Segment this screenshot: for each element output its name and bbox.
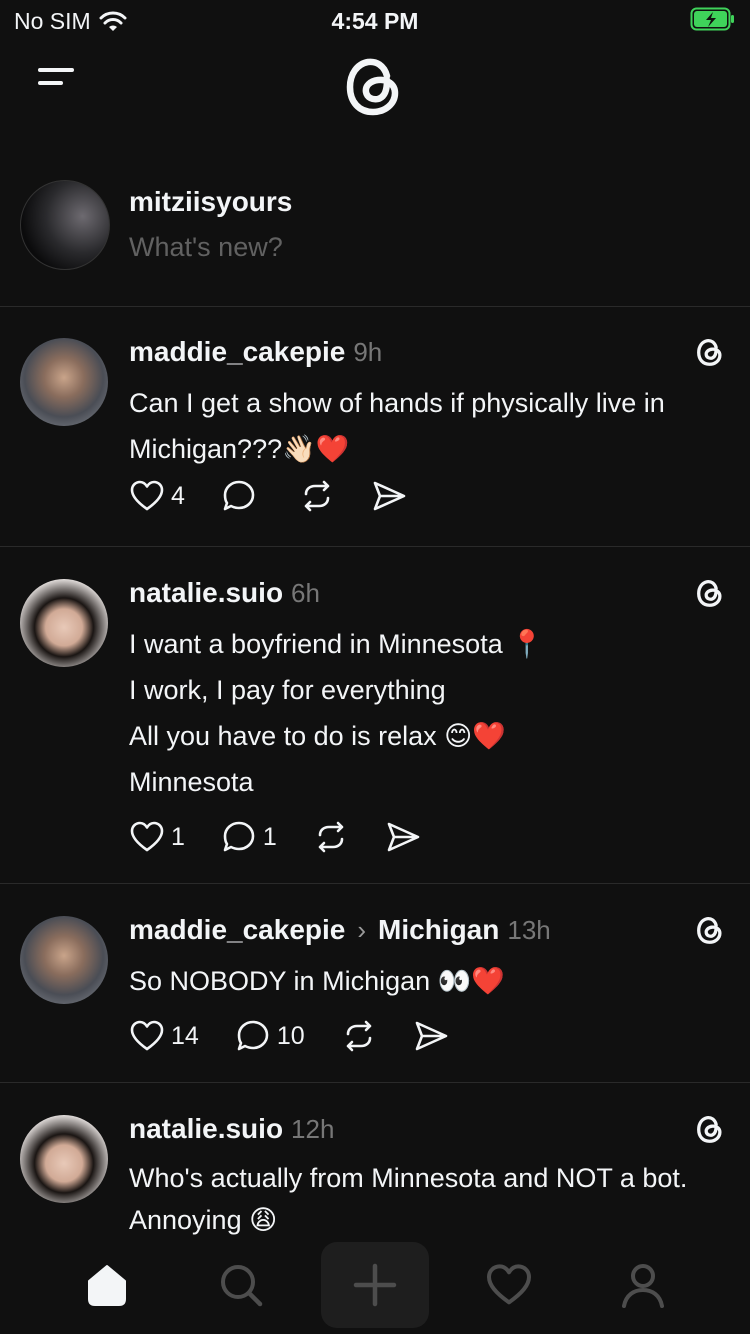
post-body: Who's actually from Minnesota and NOT a … [129, 1157, 719, 1241]
tab-home[interactable] [67, 1252, 147, 1318]
new-thread-composer[interactable]: mitziisyours What's new? [0, 168, 750, 307]
avatar[interactable] [20, 180, 110, 270]
avatar[interactable] [20, 1115, 108, 1203]
post-text-line: Can I get a show of hands if physically … [129, 388, 665, 464]
like-count: 4 [171, 481, 185, 510]
battery-icon [690, 6, 736, 37]
like-count: 14 [171, 1021, 199, 1050]
post-time: 12h [291, 1114, 335, 1144]
top-bar [0, 48, 750, 138]
tab-search[interactable] [201, 1252, 281, 1318]
post-header: natalie.suio 12h [129, 1113, 334, 1145]
post-header: maddie_cakepie › Michigan 13h [129, 914, 551, 946]
reply-count: 1 [262, 822, 277, 851]
post-text-line: So NOBODY in Michigan 👀❤️ [129, 966, 505, 996]
profile-icon [622, 1264, 664, 1308]
heart-icon [130, 821, 164, 852]
post-text-line: All you have to do is relax 😊❤️ [129, 721, 506, 751]
post-header: natalie.suio 6h [129, 577, 320, 609]
post-actions: 14 10 [129, 1018, 485, 1054]
repost-button[interactable] [341, 1018, 377, 1054]
post-body: Can I get a show of hands if physically … [129, 380, 719, 472]
heart-icon [130, 480, 164, 511]
post-actions: 1 1 [129, 819, 457, 855]
composer-username: mitziisyours [129, 186, 293, 217]
post-text-line: I want a boyfriend in Minnesota 📍 [129, 629, 544, 659]
post[interactable]: natalie.suio 6h I want a boyfriend in Mi… [0, 547, 750, 884]
status-time: 4:54 PM [331, 8, 419, 34]
comment-icon [223, 480, 255, 511]
menu-icon[interactable] [38, 68, 74, 98]
post-time: 9h [353, 337, 383, 367]
avatar[interactable] [20, 579, 108, 667]
post-text-line: I work, I pay for everything [129, 675, 446, 705]
like-button[interactable]: 1 [129, 819, 185, 855]
like-button[interactable]: 4 [129, 478, 185, 514]
post-time: 13h [507, 915, 551, 945]
reply-count: 10 [276, 1021, 305, 1050]
post-body: So NOBODY in Michigan 👀❤️ [129, 958, 719, 1004]
post-username[interactable]: maddie_cakepie [129, 914, 345, 946]
share-icon [415, 1021, 447, 1051]
repost-icon [304, 480, 330, 512]
home-icon [88, 1265, 126, 1306]
threads-logo-icon[interactable] [694, 577, 726, 609]
status-bar: No SIM 4:54 PM [0, 0, 750, 40]
post-username[interactable]: natalie.suio [129, 577, 283, 609]
tab-profile[interactable] [603, 1252, 683, 1318]
chevron-right-icon: › [357, 915, 367, 945]
threads-logo-icon[interactable] [694, 1113, 726, 1145]
reply-button[interactable] [221, 478, 263, 514]
post[interactable]: maddie_cakepie 9h Can I get a show of ha… [0, 306, 750, 547]
post[interactable]: natalie.suio 12h Who's actually from Min… [0, 1083, 750, 1240]
bottom-tab-bar [0, 1240, 750, 1334]
share-button[interactable] [385, 819, 421, 855]
post-topic[interactable]: Michigan [378, 914, 499, 946]
post-actions: 4 [129, 478, 443, 514]
repost-icon [346, 1020, 371, 1052]
post-header: maddie_cakepie 9h [129, 336, 382, 368]
composer-input[interactable]: What's new? [129, 232, 283, 263]
post-username[interactable]: maddie_cakepie [129, 336, 345, 368]
share-button[interactable] [413, 1018, 449, 1054]
share-button[interactable] [371, 478, 407, 514]
threads-logo-icon[interactable] [694, 914, 726, 946]
post-time: 6h [291, 578, 320, 608]
post-username[interactable]: natalie.suio [129, 1113, 283, 1145]
share-icon [373, 481, 406, 511]
repost-button[interactable] [299, 478, 335, 514]
comment-icon [223, 821, 255, 852]
avatar[interactable] [20, 916, 108, 1004]
reply-button[interactable]: 1 [221, 819, 277, 855]
avatar[interactable] [20, 338, 108, 426]
post-text-line: Minnesota [129, 767, 254, 797]
like-button[interactable]: 14 [129, 1018, 199, 1054]
activity-heart-icon [487, 1264, 531, 1305]
tab-activity[interactable] [469, 1252, 549, 1318]
like-count: 1 [171, 822, 185, 851]
post-text-line: Who's actually from Minnesota and NOT a … [129, 1163, 688, 1235]
comment-icon [237, 1020, 269, 1051]
share-icon [387, 822, 420, 852]
repost-button[interactable] [313, 819, 349, 855]
threads-logo-icon[interactable] [694, 336, 726, 368]
post[interactable]: maddie_cakepie › Michigan 13h So NOBODY … [0, 884, 750, 1083]
repost-icon [318, 821, 344, 853]
tab-create[interactable] [321, 1242, 429, 1328]
reply-button[interactable]: 10 [235, 1018, 305, 1054]
post-body: I want a boyfriend in Minnesota 📍 I work… [129, 621, 719, 805]
threads-logo-icon[interactable] [340, 52, 408, 120]
plus-icon [353, 1263, 397, 1307]
search-icon [221, 1265, 263, 1307]
heart-icon [130, 1020, 164, 1051]
